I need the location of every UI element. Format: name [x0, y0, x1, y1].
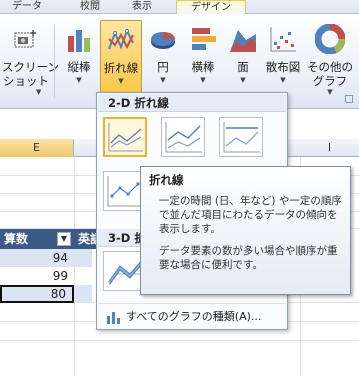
screenshot-button[interactable]: スクリーン ショット ▼ — [2, 20, 59, 100]
percent-stacked-line-thumbnail-icon — [223, 122, 260, 153]
tooltip-note: データ要素の数が多い場合や順序が重要な場合に便利です。 — [159, 245, 338, 271]
chevron-down-icon: ▼ — [36, 88, 42, 96]
line-chart-label: 折れ線 — [103, 61, 139, 75]
chevron-down-icon: ▼ — [280, 76, 286, 84]
column-header-i[interactable]: I — [300, 139, 359, 157]
bar-chart-icon — [192, 28, 216, 50]
chart-type-line[interactable] — [103, 117, 147, 157]
scatter-chart-button[interactable]: 散布図 ▼ — [264, 20, 302, 100]
line-thumbnail-icon — [108, 123, 143, 152]
area-chart-icon — [230, 30, 256, 52]
table-header-math-label: 算数 — [4, 232, 29, 246]
chart-type-stacked-line[interactable] — [161, 117, 205, 157]
line-chart-button[interactable]: 折れ線 ▼ — [100, 20, 142, 100]
tab-review[interactable]: 校閲 — [80, 0, 100, 14]
all-charts-icon — [107, 312, 120, 324]
table-cell[interactable]: 99 — [0, 267, 74, 285]
screenshot-label-1: スクリーン — [2, 60, 59, 74]
scatter-chart-icon — [270, 27, 296, 52]
bar-chart-label: 横棒 — [191, 60, 215, 74]
table-cell[interactable] — [74, 249, 92, 267]
pie-chart-button[interactable]: 円 ▼ — [144, 20, 182, 100]
tab-data[interactable]: データ — [12, 0, 42, 14]
table-cell-selected[interactable]: 80 — [0, 285, 74, 303]
other-charts-label-1: その他の — [307, 60, 353, 74]
table-cell[interactable]: 94 — [0, 249, 74, 267]
table-cell[interactable] — [74, 285, 92, 303]
screenshot-label-2: ショット — [3, 74, 49, 88]
other-charts-label-2: グラフ — [312, 74, 348, 88]
ribbon-tab-bar: データ 校閲 表示 デザイン — [0, 0, 359, 14]
table-header-english-label: 英語 — [78, 232, 96, 246]
chevron-down-icon: ▼ — [240, 76, 246, 84]
chevron-down-icon: ▼ — [160, 76, 166, 84]
line-chart-icon — [108, 28, 134, 50]
all-chart-types-label: すべてのグラフの種類(A)... — [126, 310, 262, 323]
tab-view[interactable]: 表示 — [132, 0, 152, 14]
section-header-2d: 2-D 折れ線 — [98, 94, 286, 112]
line-chart-tooltip: 折れ線 一定の時間 (日、年など) や一定の順序で並んだ項目にわたるデータの傾向… — [140, 166, 351, 295]
area-chart-button[interactable]: 面 ▼ — [224, 20, 262, 100]
column-chart-button[interactable]: 縦棒 ▼ — [60, 20, 98, 100]
tooltip-title: 折れ線 — [149, 173, 184, 187]
area-chart-label: 面 — [237, 60, 249, 74]
other-charts-button[interactable]: その他の グラフ ▼ — [306, 20, 354, 100]
table-header-math[interactable]: 算数 ▼ — [0, 229, 74, 249]
donut-chart-icon — [315, 24, 345, 54]
column-header-e[interactable]: E — [0, 139, 74, 157]
dialog-launcher-icon[interactable] — [345, 95, 353, 103]
chevron-down-icon: ▼ — [118, 77, 124, 85]
scatter-chart-label: 散布図 — [265, 60, 301, 74]
column-chart-label: 縦棒 — [67, 60, 91, 74]
chart-type-100-stacked-line[interactable] — [219, 117, 263, 157]
pie-chart-label: 円 — [157, 60, 169, 74]
stacked-line-thumbnail-icon — [165, 122, 202, 153]
all-chart-types-item[interactable]: すべてのグラフの種類(A)... — [98, 303, 286, 329]
bar-chart-button[interactable]: 横棒 ▼ — [184, 20, 222, 100]
table-header-english[interactable]: 英語 — [74, 229, 96, 249]
column-chart-icon — [68, 30, 90, 52]
chevron-down-icon: ▼ — [76, 76, 82, 84]
tooltip-description: 一定の時間 (日、年など) や一定の順序で並んだ項目にわたるデータの傾向を表示し… — [159, 195, 342, 235]
tab-design[interactable]: デザイン — [176, 0, 246, 14]
pie-chart-icon — [151, 32, 175, 49]
grid-line — [0, 340, 359, 341]
screenshot-icon — [14, 30, 36, 48]
chevron-down-icon: ▼ — [200, 76, 206, 84]
group-separator — [54, 24, 55, 98]
filter-dropdown-icon[interactable]: ▼ — [57, 232, 71, 246]
